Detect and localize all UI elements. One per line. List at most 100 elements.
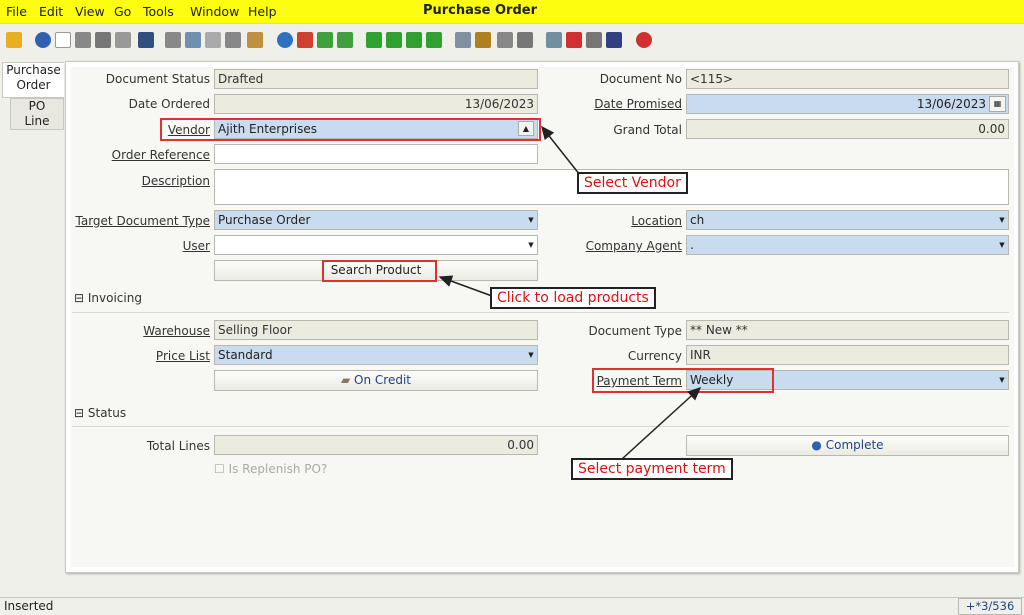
delete-selection-icon[interactable] [115, 32, 131, 48]
location-label: Location [540, 214, 682, 228]
company-agent-select[interactable]: . ▼ [686, 235, 1009, 255]
find-icon[interactable] [185, 32, 201, 48]
status-section-title: Status [87, 406, 127, 420]
toolbar [0, 25, 1024, 57]
location-value: ch [690, 213, 705, 227]
zoom-across-icon[interactable] [546, 32, 562, 48]
vendor-label: Vendor [70, 123, 210, 137]
new-record-icon[interactable] [55, 32, 71, 48]
copy-icon[interactable] [75, 32, 91, 48]
archive-icon[interactable] [475, 32, 491, 48]
product-info-icon[interactable] [606, 32, 622, 48]
vendor-field[interactable]: Ajith Enterprises [214, 119, 538, 139]
attachment-icon[interactable] [205, 32, 221, 48]
active-workflows-icon[interactable] [566, 32, 582, 48]
tab-po-line[interactable]: PO Line [10, 98, 64, 130]
previous-record-icon[interactable] [386, 32, 402, 48]
first-record-icon[interactable] [366, 32, 382, 48]
company-agent-label-text: Company Agent [585, 239, 682, 253]
total-lines-field: 0.00 [214, 435, 538, 455]
payment-term-label: Payment Term [540, 374, 682, 388]
print-icon[interactable] [517, 32, 533, 48]
next-record-icon[interactable] [406, 32, 422, 48]
close-icon[interactable] [636, 32, 652, 48]
user-select[interactable]: ▼ [214, 235, 538, 255]
detail-record-icon[interactable] [337, 32, 353, 48]
status-bar: Inserted +*3/536 [0, 597, 1024, 615]
document-no-label: Document No [599, 72, 682, 86]
undo-icon[interactable] [6, 32, 22, 48]
record-info[interactable]: +*3/536 [958, 598, 1022, 615]
date-promised-field[interactable]: 13/06/2023 [686, 94, 1009, 114]
vendor-lookup-icon[interactable]: ▲ [518, 121, 534, 136]
target-document-type-value: Purchase Order [218, 213, 311, 227]
menu-help[interactable]: Help [248, 4, 277, 19]
order-reference-field[interactable] [214, 144, 538, 164]
invoicing-section-header[interactable]: ⊟ Invoicing [74, 291, 142, 305]
chevron-down-icon[interactable]: ▼ [526, 347, 536, 363]
search-product-button[interactable]: Search Product [214, 260, 538, 281]
replenish-checkbox[interactable]: ☐ Is Replenish PO? [214, 462, 327, 476]
menu-window[interactable]: Window [190, 4, 239, 19]
chevron-down-icon[interactable]: ▼ [997, 372, 1007, 388]
menu-go[interactable]: Go [114, 4, 131, 19]
price-list-label: Price List [70, 349, 210, 363]
warehouse-field: Selling Floor [214, 320, 538, 340]
tab-bar: Purchase Order PO Line [0, 60, 65, 580]
description-label-text: Description [141, 174, 210, 188]
company-agent-value: . [690, 238, 694, 252]
menu-file[interactable]: File [6, 4, 27, 19]
chevron-down-icon[interactable]: ▼ [997, 237, 1007, 253]
document-type-label: Document Type [588, 324, 682, 338]
menu-edit[interactable]: Edit [39, 4, 63, 19]
delete-icon[interactable] [95, 32, 111, 48]
replenish-label: Is Replenish PO? [228, 462, 328, 476]
help-icon[interactable] [35, 32, 51, 48]
price-list-select[interactable]: Standard ▼ [214, 345, 538, 365]
grid-toggle-icon[interactable] [247, 32, 263, 48]
save-icon[interactable] [138, 32, 154, 48]
history-icon[interactable] [277, 32, 293, 48]
tab-purchase-order[interactable]: Purchase Order [2, 62, 64, 98]
menu-tools[interactable]: Tools [143, 4, 174, 19]
on-credit-button[interactable]: ▰ On Credit [214, 370, 538, 391]
price-list-label-text: Price List [155, 349, 210, 363]
callout-payment-term: Select payment term [571, 458, 733, 480]
menu-bar: File Edit View Go Tools Window Help Purc… [0, 0, 1024, 24]
gear-icon: ● [811, 438, 822, 452]
payment-term-select[interactable]: Weekly ▼ [686, 370, 1009, 390]
status-section-header[interactable]: ⊟ Status [74, 406, 126, 420]
chevron-down-icon[interactable]: ▼ [526, 212, 536, 228]
parent-record-icon[interactable] [317, 32, 333, 48]
section-divider [72, 312, 1009, 313]
report-icon[interactable] [455, 32, 471, 48]
callout-select-vendor: Select Vendor [577, 172, 688, 194]
chevron-down-icon[interactable]: ▼ [526, 237, 536, 253]
grand-total-label: Grand Total [613, 123, 682, 137]
credit-icon: ▰ [340, 373, 351, 387]
currency-field: INR [686, 345, 1009, 365]
last-record-icon[interactable] [426, 32, 442, 48]
refresh-icon[interactable] [165, 32, 181, 48]
location-select[interactable]: ch ▼ [686, 210, 1009, 230]
chevron-down-icon[interactable]: ▼ [997, 212, 1007, 228]
chat-icon[interactable] [225, 32, 241, 48]
complete-button[interactable]: ● Complete [686, 435, 1009, 456]
document-status-field: Drafted [214, 69, 538, 89]
vendor-label-text: Vendor [167, 123, 210, 137]
menu-view[interactable]: View [75, 4, 105, 19]
document-status-label: Document Status [105, 72, 210, 86]
calendar-icon[interactable]: ▦ [989, 96, 1006, 112]
home-icon[interactable] [297, 32, 313, 48]
target-document-type-select[interactable]: Purchase Order ▼ [214, 210, 538, 230]
requests-icon[interactable] [586, 32, 602, 48]
order-reference-label: Order Reference [70, 148, 210, 162]
tab-label: Order [16, 78, 51, 92]
section-divider [72, 426, 1009, 427]
print-preview-icon[interactable] [497, 32, 513, 48]
date-ordered-field: 13/06/2023 [214, 94, 538, 114]
company-agent-label: Company Agent [540, 239, 682, 253]
warehouse-label-text: Warehouse [143, 324, 210, 338]
date-ordered-label: Date Ordered [128, 97, 210, 111]
user-label: User [70, 239, 210, 253]
